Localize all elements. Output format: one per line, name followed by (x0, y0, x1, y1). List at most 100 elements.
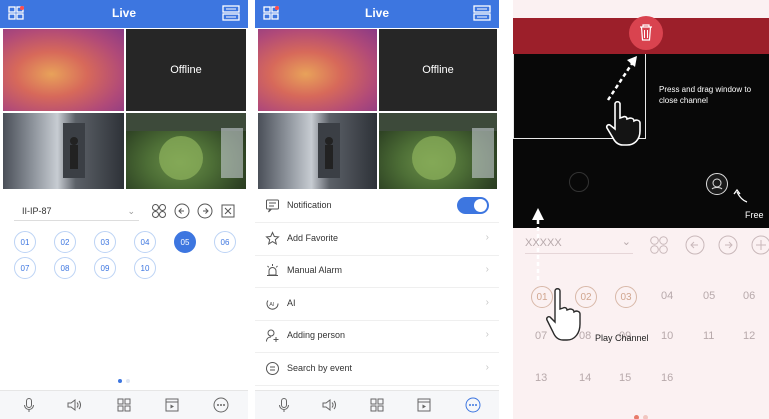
speaker-icon[interactable] (321, 397, 337, 413)
menu-item-label: Add Favorite (287, 232, 339, 243)
chevron-right-icon: › (485, 296, 489, 308)
page-indicator (0, 370, 248, 388)
offline-label: Offline (170, 64, 202, 76)
channel-button-05[interactable]: 05 (703, 290, 715, 302)
close-channel-icon[interactable] (751, 235, 769, 260)
device-select-faded[interactable]: XXXXX ⌄ (525, 236, 633, 254)
playback-icon[interactable] (164, 397, 180, 413)
page-dot (118, 379, 122, 383)
playback-icon[interactable] (416, 397, 432, 413)
play-channel-label: Play Channel (595, 333, 649, 343)
hand-pointer-icon (543, 285, 587, 350)
more-icon[interactable] (213, 397, 229, 413)
channel-button-03[interactable]: 03 (615, 286, 637, 308)
panel-separator (499, 0, 513, 419)
bottom-toolbar (255, 390, 499, 419)
chevron-right-icon: › (485, 361, 489, 373)
channel-button-01[interactable]: 01 (14, 231, 36, 253)
top-bar: Live (255, 0, 499, 28)
mic-icon[interactable] (21, 397, 37, 413)
menu-item-label: Search by event (287, 362, 353, 373)
menu-item-adding-person[interactable]: Adding person › (255, 320, 499, 353)
more-icon[interactable] (465, 397, 481, 413)
search-event-icon (265, 361, 280, 376)
chevron-down-icon: ⌄ (621, 236, 631, 248)
video-tile-garden[interactable] (126, 113, 246, 189)
menu-item-label: Manual Alarm (287, 265, 343, 275)
channel-button-13[interactable]: 13 (535, 372, 547, 384)
channel-button-03[interactable]: 03 (94, 231, 116, 253)
page-dot (126, 379, 130, 383)
page-title: Live (364, 6, 389, 20)
channel-button-12[interactable]: 12 (743, 330, 755, 342)
menu-item-manual-alarm[interactable]: Manual Alarm › (255, 255, 499, 288)
channel-button-15[interactable]: 15 (619, 372, 631, 384)
chevron-down-icon: ⌄ (127, 206, 135, 216)
channel-button-04[interactable]: 04 (661, 290, 673, 302)
panel-separator (248, 0, 255, 419)
channel-button-09[interactable]: 09 (94, 257, 116, 279)
layout-menu-icon[interactable] (222, 5, 240, 26)
channel-button-08[interactable]: 08 (54, 257, 76, 279)
video-tile-hallway[interactable] (258, 113, 377, 189)
chevron-right-icon: › (485, 329, 489, 340)
menu-item-ai[interactable]: AI AI › (255, 288, 499, 321)
channel-button-06[interactable]: 06 (743, 290, 755, 302)
menu-item-label: Adding person (287, 330, 346, 340)
channel-button-06[interactable]: 06 (214, 231, 236, 253)
chevron-right-icon: › (485, 264, 489, 275)
ptz-icon[interactable] (649, 235, 669, 260)
ptz-icon[interactable] (151, 203, 167, 219)
drag-to-close-tutorial: Press and drag window to close channel F… (513, 0, 769, 419)
channel-button-11[interactable]: 11 (703, 330, 714, 342)
device-select[interactable]: II-IP-87 ⌄ (14, 203, 139, 221)
live-view-screen-menu: Live Offline Notification Add Favorite › Ma… (255, 0, 499, 419)
next-arrow-icon[interactable] (718, 235, 738, 260)
channel-button-05[interactable]: 05 (174, 231, 196, 253)
previous-arrow-icon[interactable] (174, 203, 190, 219)
alarm-icon (265, 263, 280, 278)
page-dot (643, 415, 648, 419)
chevron-right-icon: › (485, 231, 489, 243)
device-control-row: II-IP-87 ⌄ (14, 203, 236, 223)
device-name: II-IP-87 (22, 206, 52, 216)
play-arrow-icon (532, 208, 544, 280)
page-title: Live (111, 6, 136, 20)
channel-button-04[interactable]: 04 (134, 231, 156, 253)
video-tile-hallway[interactable] (3, 113, 124, 189)
offline-label: Offline (422, 64, 454, 76)
live-view-screen-channels: Live Offline II-IP-87 ⌄ 01 02 03 04 05 06 07 08… (0, 0, 248, 419)
previous-arrow-icon[interactable] (685, 235, 705, 260)
mic-icon[interactable] (276, 397, 292, 413)
grid-icon[interactable] (116, 397, 132, 413)
menu-item-notification[interactable]: Notification (255, 190, 499, 223)
video-tile-thermal[interactable] (258, 29, 377, 111)
video-tile-thermal[interactable] (3, 29, 124, 111)
channel-button-02[interactable]: 02 (54, 231, 76, 253)
channel-button-10[interactable]: 10 (661, 330, 673, 342)
video-tile-offline[interactable]: Offline (379, 29, 497, 111)
menu-item-add-favorite[interactable]: Add Favorite › (255, 223, 499, 256)
notification-icon (265, 198, 280, 213)
device-name: XXXXX (525, 237, 562, 249)
star-icon (265, 230, 280, 246)
page-indicator (513, 407, 769, 419)
video-tile-offline[interactable]: Offline (126, 29, 246, 111)
channel-button-16[interactable]: 16 (661, 372, 673, 384)
ai-icon: AI (265, 296, 280, 311)
notification-toggle[interactable] (457, 197, 489, 214)
menu-item-search-by-event[interactable]: Search by event › (255, 353, 499, 386)
channel-button-14[interactable]: 14 (579, 372, 591, 384)
menu-item-label: Notification (287, 200, 332, 210)
channel-button-10[interactable]: 10 (134, 257, 156, 279)
next-arrow-icon[interactable] (197, 203, 213, 219)
video-tile-garden[interactable] (379, 113, 497, 189)
speaker-icon[interactable] (66, 397, 82, 413)
close-channel-icon[interactable] (220, 203, 236, 219)
top-bar: Live (0, 0, 248, 28)
channel-button-07[interactable]: 07 (14, 257, 36, 279)
person-add-icon (265, 328, 280, 343)
grid-icon[interactable] (369, 397, 385, 413)
layout-menu-icon[interactable] (473, 5, 491, 26)
bottom-toolbar (0, 390, 248, 419)
